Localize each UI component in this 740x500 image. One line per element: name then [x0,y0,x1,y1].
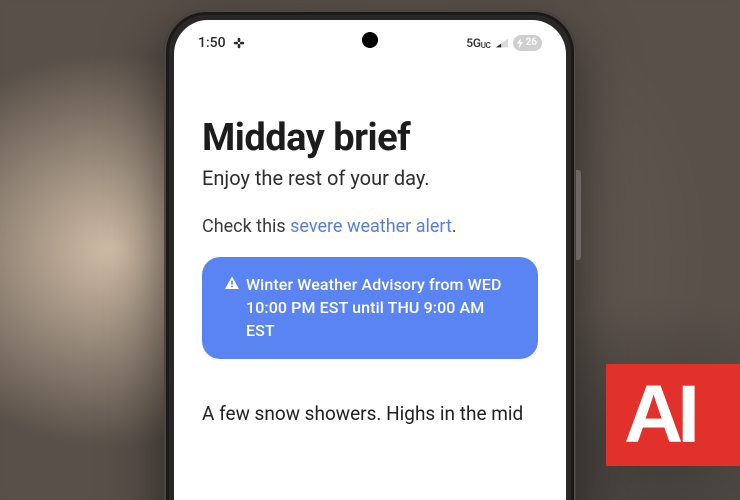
content-area: Midday brief Enjoy the rest of your day.… [174,60,566,427]
page-subtitle: Enjoy the rest of your day. [202,166,538,190]
network-sub: UC [481,41,491,50]
check-prefix: Check this [202,216,290,237]
network-label: 5GUC [466,36,490,50]
battery-percent: 26 [526,38,537,48]
battery-pill: 26 [513,35,542,51]
brand-badge: AI [606,364,740,466]
phone-frame: 1:50 5GUC [164,10,576,500]
charging-icon [516,38,524,48]
alert-text: Winter Weather Advisory from WED 10:00 P… [246,273,516,343]
camera-punch-hole [362,32,378,48]
severe-weather-link[interactable]: severe weather alert [290,216,452,237]
photo-background: 1:50 5GUC [0,0,740,500]
warning-icon [224,275,240,343]
status-time: 1:50 [198,35,226,51]
status-left: 1:50 [198,35,246,51]
slack-icon [232,36,246,50]
check-suffix: . [452,216,457,237]
brand-label: AI [624,374,694,456]
status-right: 5GUC 26 [466,35,542,51]
forecast-text: A few snow showers. Highs in the mid [202,401,538,428]
network-type: 5G [466,36,480,50]
alert-check-line: Check this severe weather alert. [202,216,538,237]
phone-screen: 1:50 5GUC [174,20,566,500]
page-title: Midday brief [202,116,538,160]
weather-alert-card[interactable]: Winter Weather Advisory from WED 10:00 P… [202,257,538,359]
phone-side-button [576,170,581,260]
signal-icon [495,37,509,49]
